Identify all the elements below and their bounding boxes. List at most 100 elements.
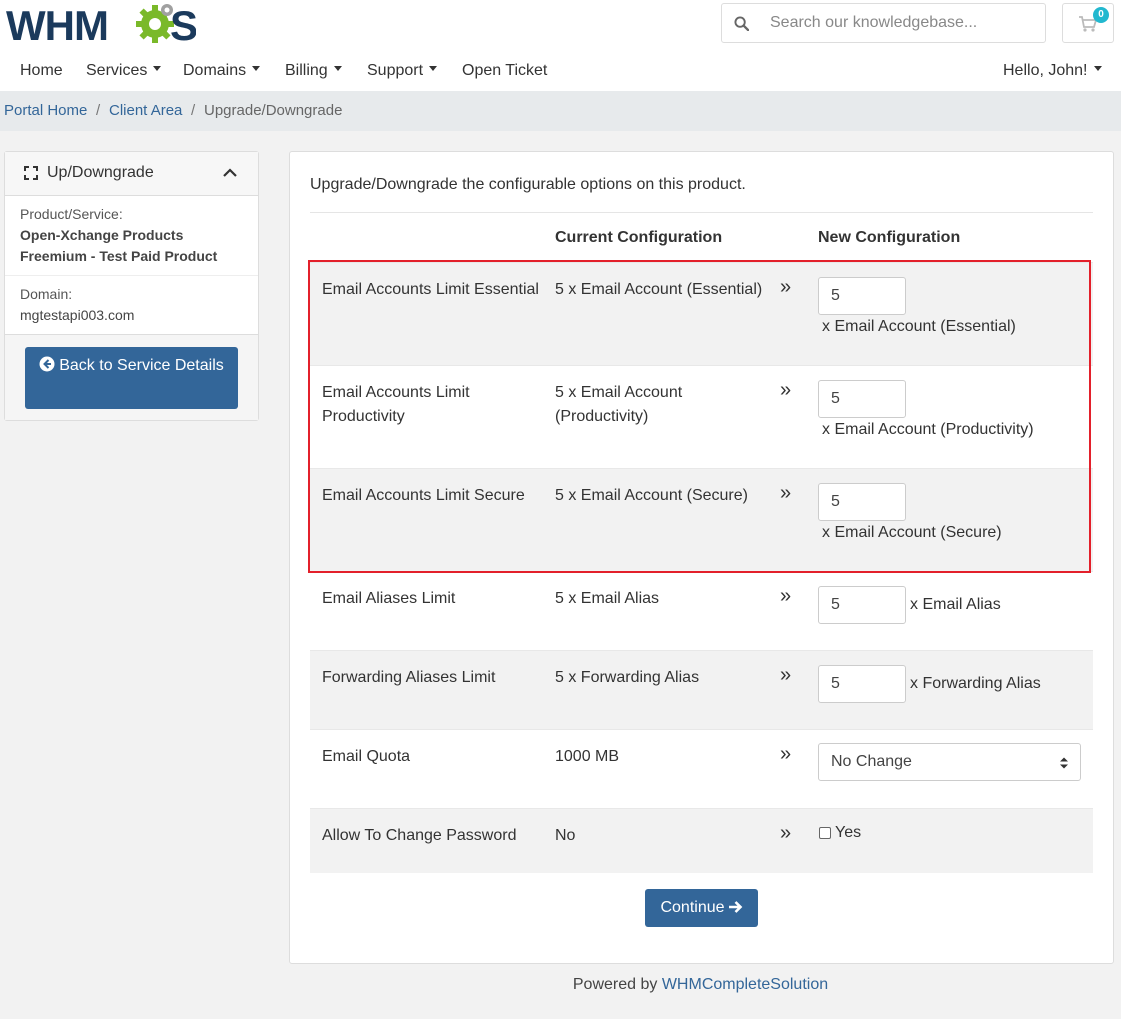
cart-count-badge: 0 <box>1093 7 1109 23</box>
config-row-email-aliases: Email Aliases Limit 5 x Email Alias » x … <box>310 571 1093 650</box>
divider <box>310 212 1093 213</box>
nav-support[interactable]: Support <box>367 62 438 80</box>
arrow-circle-left-icon <box>39 356 55 372</box>
knowledgebase-search[interactable] <box>721 3 1046 43</box>
double-chevron-right-icon: » <box>780 379 792 401</box>
chevron-up-icon[interactable] <box>223 168 237 178</box>
main-nav: Home Services Domains Billing Support Op… <box>0 52 1121 91</box>
product-name-line1: Open-Xchange Products <box>20 227 184 243</box>
breadcrumb-client-area[interactable]: Client Area <box>109 102 182 119</box>
caret-down-icon <box>153 66 162 72</box>
cart-button[interactable]: 0 <box>1062 3 1114 43</box>
caret-down-icon <box>1093 66 1102 72</box>
nav-billing-label: Billing <box>285 62 328 79</box>
domain-value: mgtestapi003.com <box>20 307 135 323</box>
nav-home[interactable]: Home <box>20 62 63 80</box>
nav-billing[interactable]: Billing <box>285 62 342 80</box>
whmcs-logo[interactable]: WHM S <box>6 2 196 46</box>
product-name-line2: Freemium - Test Paid Product <box>20 248 218 264</box>
sidebar-product-row: Product/Service: Open-Xchange Products F… <box>5 196 258 276</box>
double-chevron-right-icon: » <box>780 276 792 298</box>
arrow-right-icon <box>728 901 742 913</box>
continue-button[interactable]: Continue <box>645 889 758 927</box>
sidebar-footer: Back to Service Details <box>5 334 258 420</box>
product-label: Product/Service: <box>20 206 123 222</box>
back-to-service-details-button[interactable]: Back to Service Details <box>25 347 238 409</box>
continue-label: Continue <box>660 899 725 916</box>
select-value: No Change <box>831 753 912 770</box>
caret-down-icon <box>252 66 261 72</box>
nav-user-label: Hello, John! <box>1003 62 1088 79</box>
config-row-forwarding-aliases: Forwarding Aliases Limit 5 x Forwarding … <box>310 650 1093 729</box>
upgrade-panel: Upgrade/Downgrade the configurable optio… <box>289 151 1114 964</box>
back-button-label: Back to Service Details <box>59 357 224 374</box>
option-name: Email Quota <box>322 748 411 765</box>
email-secure-input[interactable] <box>818 483 906 521</box>
nav-domains-label: Domains <box>183 62 247 79</box>
option-name: Email Accounts Limit Secure <box>322 487 525 504</box>
breadcrumb: Portal Home / Client Area / Upgrade/Down… <box>0 91 1121 131</box>
nav-open-ticket[interactable]: Open Ticket <box>462 62 547 80</box>
site-header: WHM S Search our knowledgebase... 0 Home… <box>0 0 1121 91</box>
breadcrumb-separator: / <box>191 102 196 119</box>
sidebar-header[interactable]: Up/Downgrade <box>5 152 258 196</box>
col-header-new: New Configuration <box>818 229 961 246</box>
option-name: Email Accounts Limit Productivity <box>322 384 470 425</box>
unit-label: x Email Account (Productivity) <box>822 421 1034 438</box>
option-name: Email Accounts Limit Essential <box>322 281 539 298</box>
forwarding-aliases-input[interactable] <box>818 665 906 703</box>
select-arrows-icon <box>1060 757 1068 769</box>
current-value: 5 x Email Account (Secure) <box>555 487 748 504</box>
double-chevron-right-icon: » <box>780 743 792 765</box>
option-name: Allow To Change Password <box>322 827 517 844</box>
double-chevron-right-icon: » <box>780 482 792 504</box>
double-chevron-right-icon: » <box>780 585 792 607</box>
footer-prefix: Powered by <box>572 976 658 993</box>
double-chevron-right-icon: » <box>780 822 792 844</box>
change-password-checkbox[interactable] <box>819 827 831 839</box>
breadcrumb-separator: / <box>96 102 101 119</box>
unit-label: x Email Alias <box>910 596 1001 613</box>
option-name: Forwarding Aliases Limit <box>322 669 496 686</box>
breadcrumb-current: Upgrade/Downgrade <box>204 102 343 119</box>
unit-label: x Email Account (Essential) <box>822 318 1016 335</box>
current-value: No <box>555 827 576 844</box>
checkbox-label[interactable]: Yes <box>835 824 861 842</box>
email-essential-input[interactable] <box>818 277 906 315</box>
double-chevron-right-icon: » <box>780 664 792 686</box>
config-row-email-quota: Email Quota 1000 MB » No Change <box>310 729 1093 808</box>
unit-label: x Forwarding Alias <box>910 675 1041 692</box>
intro-text: Upgrade/Downgrade the configurable optio… <box>310 176 746 193</box>
current-value: 5 x Email Alias <box>555 590 660 607</box>
current-value: 5 x Email Account (Essential) <box>555 281 763 298</box>
search-input[interactable] <box>770 4 1040 42</box>
nav-domains[interactable]: Domains <box>183 62 261 80</box>
option-name: Email Aliases Limit <box>322 590 456 607</box>
current-value: 5 x Email Account (Productivity) <box>555 384 683 425</box>
sidebar-domain-row: Domain: mgtestapi003.com <box>5 276 258 334</box>
nav-support-label: Support <box>367 62 424 79</box>
nav-services-label: Services <box>86 62 148 79</box>
footer-link[interactable]: WHMCompleteSolution <box>662 976 828 993</box>
expand-icon <box>24 166 38 180</box>
config-row-email-secure: Email Accounts Limit Secure 5 x Email Ac… <box>310 468 1093 571</box>
sidebar-title: Up/Downgrade <box>47 164 154 181</box>
config-row-email-essential: Email Accounts Limit Essential 5 x Email… <box>310 262 1093 365</box>
email-aliases-input[interactable] <box>818 586 906 624</box>
col-header-current: Current Configuration <box>555 229 723 246</box>
sidebar-panel: Up/Downgrade Product/Service: Open-Xchan… <box>4 151 259 421</box>
email-quota-select[interactable]: No Change <box>818 743 1081 781</box>
svg-text:WHM: WHM <box>6 2 108 46</box>
nav-services[interactable]: Services <box>86 62 162 80</box>
unit-label: x Email Account (Secure) <box>822 524 1002 541</box>
breadcrumb-portal-home[interactable]: Portal Home <box>4 102 87 119</box>
current-value: 1000 MB <box>555 748 620 765</box>
config-row-change-password: Allow To Change Password No » Yes <box>310 808 1093 873</box>
search-icon <box>734 16 749 31</box>
email-productivity-input[interactable] <box>818 380 906 418</box>
domain-label: Domain: <box>20 286 73 302</box>
logo-s: S <box>170 2 196 46</box>
caret-down-icon <box>429 66 438 72</box>
nav-user-menu[interactable]: Hello, John! <box>1003 62 1102 80</box>
config-row-email-productivity: Email Accounts Limit Productivity 5 x Em… <box>310 365 1093 468</box>
